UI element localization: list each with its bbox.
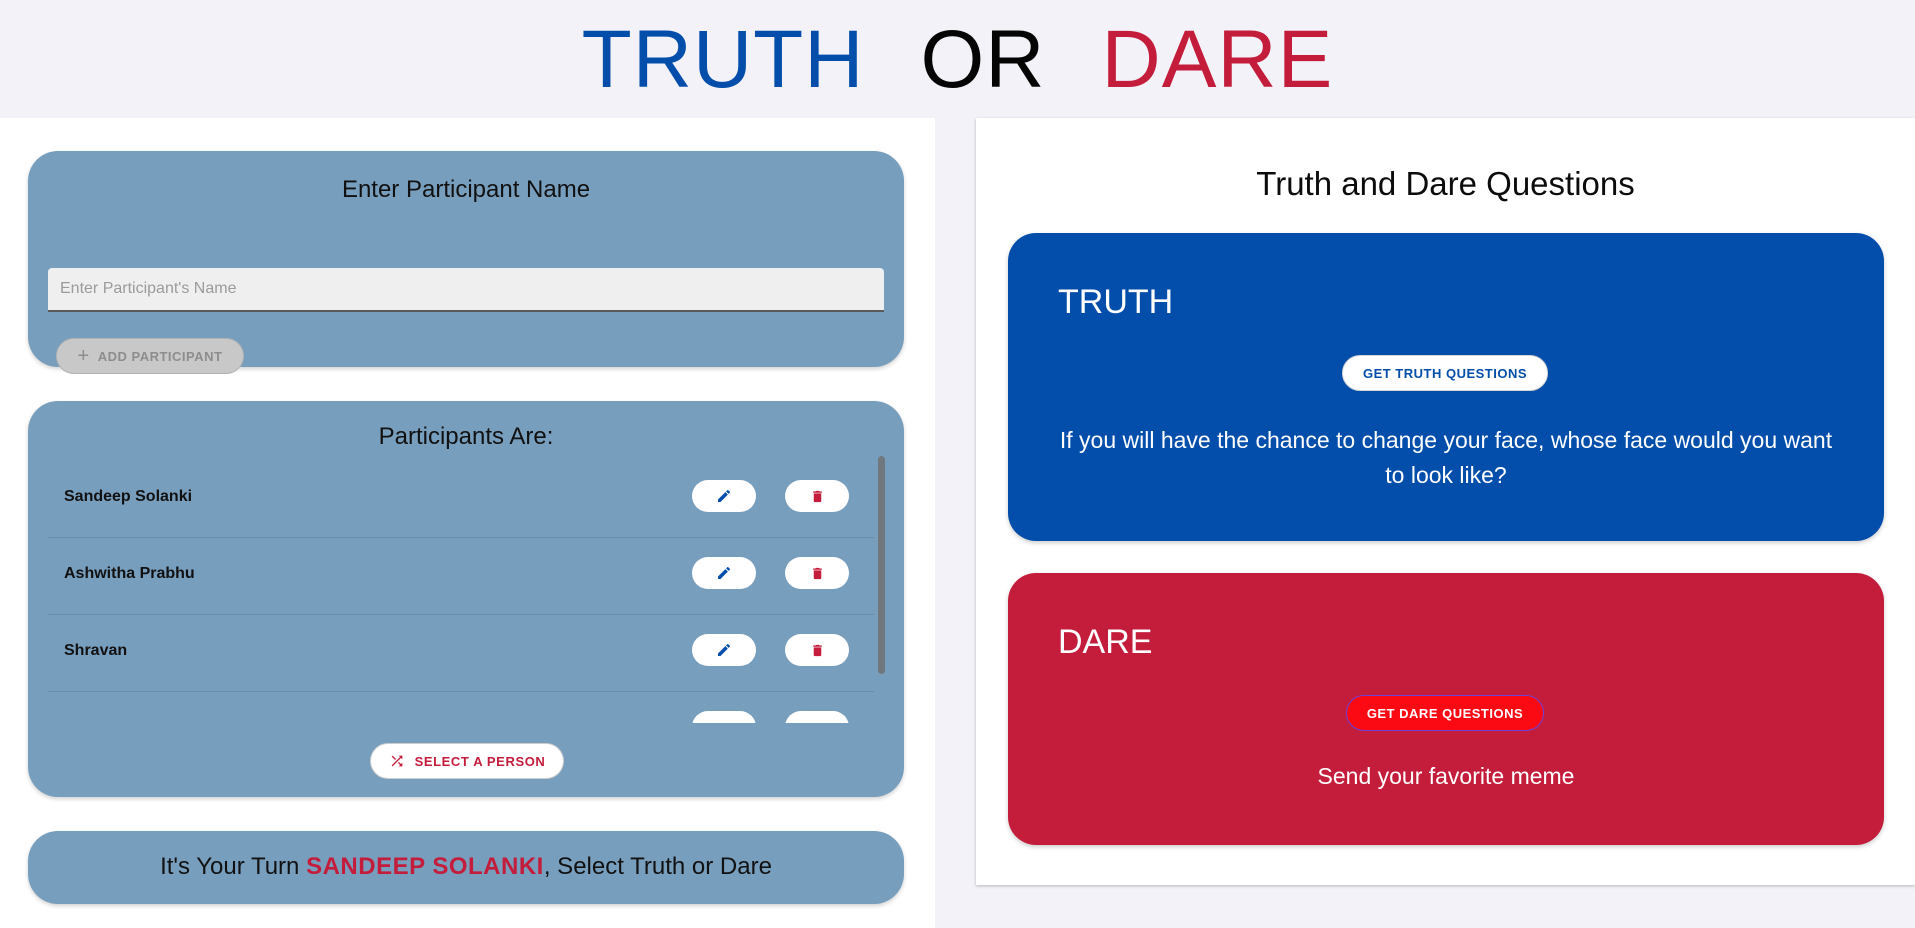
get-dare-questions-button[interactable]: GET DARE QUESTIONS bbox=[1346, 695, 1544, 731]
app-title: TRUTH OR DARE bbox=[0, 0, 1915, 118]
participants-title: Participants Are: bbox=[378, 423, 554, 450]
left-panel: Enter Participant Name + ADD PARTICIPANT… bbox=[0, 118, 935, 928]
select-person-button[interactable]: SELECT A PERSON bbox=[370, 743, 564, 779]
questions-panel: Truth and Dare Questions TRUTH GET TRUTH… bbox=[976, 118, 1915, 885]
truth-heading: TRUTH bbox=[1058, 283, 1174, 321]
list-item bbox=[48, 692, 874, 723]
title-truth: TRUTH bbox=[581, 14, 865, 105]
title-or: OR bbox=[920, 14, 1046, 105]
list-item: Sandeep Solanki bbox=[48, 461, 874, 538]
delete-button[interactable] bbox=[785, 480, 849, 512]
trash-icon bbox=[812, 644, 822, 656]
delete-button[interactable] bbox=[785, 557, 849, 589]
list-item: Ashwitha Prabhu bbox=[48, 538, 874, 615]
participant-list[interactable]: Sandeep Solanki Ashwitha Prabhu Shravan bbox=[48, 461, 874, 723]
add-participant-button[interactable]: + ADD PARTICIPANT bbox=[56, 338, 244, 374]
edit-button[interactable] bbox=[692, 634, 756, 666]
edit-button[interactable] bbox=[692, 480, 756, 512]
turn-prefix: It's Your Turn bbox=[160, 853, 307, 880]
edit-button[interactable] bbox=[692, 557, 756, 589]
dare-question-text: Send your favorite meme bbox=[1317, 763, 1575, 789]
turn-card: It's Your Turn SANDEEP SOLANKI, Select T… bbox=[28, 831, 904, 904]
pencil-icon bbox=[718, 643, 731, 656]
add-participant-label: ADD PARTICIPANT bbox=[97, 348, 223, 364]
truth-question-text: If you will have the chance to change yo… bbox=[1059, 427, 1833, 488]
delete-button[interactable] bbox=[785, 711, 849, 723]
pencil-icon bbox=[718, 566, 731, 579]
turn-message: It's Your Turn SANDEEP SOLANKI, Select T… bbox=[28, 853, 904, 881]
participant-name-input[interactable] bbox=[48, 268, 884, 312]
delete-button[interactable] bbox=[785, 634, 849, 666]
list-scrollbar[interactable] bbox=[878, 456, 885, 674]
participants-card: Participants Are: Sandeep Solanki Ashwit… bbox=[28, 401, 904, 797]
dare-heading: DARE bbox=[1058, 623, 1153, 661]
dare-card: DARE GET DARE QUESTIONS Send your favori… bbox=[1008, 573, 1884, 845]
truth-card: TRUTH GET TRUTH QUESTIONS If you will ha… bbox=[1008, 233, 1884, 541]
shuffle-icon bbox=[391, 755, 402, 767]
participant-name: Ashwitha Prabhu bbox=[64, 565, 195, 582]
participant-name: Sandeep Solanki bbox=[64, 488, 193, 505]
pencil-icon bbox=[718, 489, 731, 502]
edit-button[interactable] bbox=[692, 711, 756, 723]
add-participant-card: Enter Participant Name + ADD PARTICIPANT bbox=[28, 151, 904, 374]
turn-suffix: , Select Truth or Dare bbox=[543, 853, 772, 880]
add-card-title: Enter Participant Name bbox=[341, 176, 591, 203]
trash-icon bbox=[812, 490, 822, 502]
questions-title: Truth and Dare Questions bbox=[1256, 165, 1635, 202]
trash-icon bbox=[812, 567, 822, 579]
plus-icon: + bbox=[77, 345, 90, 367]
select-person-label: SELECT A PERSON bbox=[414, 753, 546, 769]
get-truth-questions-button[interactable]: GET TRUTH QUESTIONS bbox=[1342, 355, 1548, 391]
title-dare: DARE bbox=[1101, 14, 1334, 105]
turn-person: SANDEEP SOLANKI bbox=[306, 853, 544, 880]
participant-name: Shravan bbox=[64, 642, 128, 659]
list-item: Shravan bbox=[48, 615, 874, 692]
